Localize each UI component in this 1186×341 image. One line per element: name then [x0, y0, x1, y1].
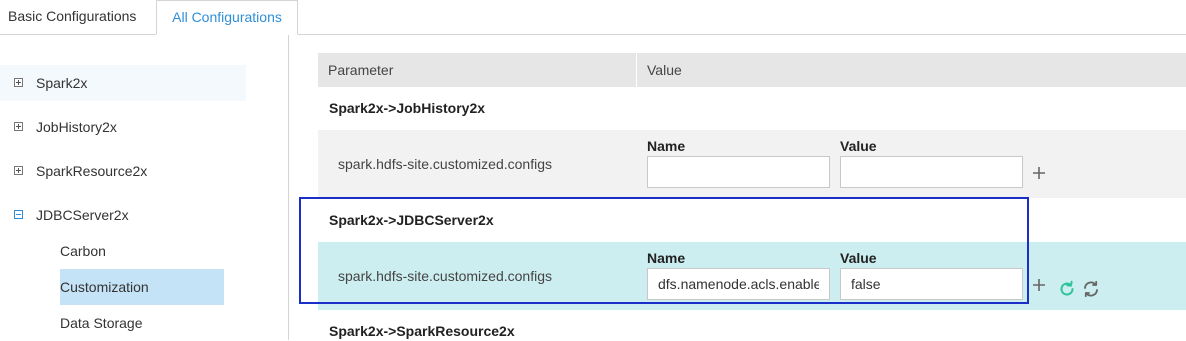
config-tab-bar: Basic Configurations All Configurations: [0, 0, 1186, 35]
collapse-icon[interactable]: [14, 210, 23, 219]
column-header-value: Value: [647, 62, 682, 78]
tab-all-configurations[interactable]: All Configurations: [156, 0, 298, 35]
table-header: Parameter Value: [318, 53, 1186, 87]
tree-node-label: SparkResource2x: [36, 163, 148, 179]
parameter-name: spark.hdfs-site.customized.configs: [338, 268, 552, 284]
table-row: spark.hdfs-site.customized.configs Name …: [318, 130, 1186, 198]
plus-icon[interactable]: [1032, 278, 1050, 296]
plus-icon[interactable]: [1032, 166, 1050, 184]
tree-node-label: Spark2x: [36, 75, 88, 91]
section-title-jobhistory2x: Spark2x->JobHistory2x: [329, 100, 486, 116]
parameter-name: spark.hdfs-site.customized.configs: [338, 156, 552, 172]
expand-icon[interactable]: [14, 166, 23, 175]
tree-node-jobhistory2x[interactable]: JobHistory2x: [0, 109, 246, 145]
name-input[interactable]: [647, 156, 830, 188]
column-divider: [636, 53, 637, 87]
tree-child-customization[interactable]: Customization: [60, 269, 224, 305]
expand-icon[interactable]: [14, 122, 23, 131]
restore-icon[interactable]: [1058, 280, 1076, 298]
tree-node-sparkresource2x[interactable]: SparkResource2x: [0, 153, 246, 189]
tree-node-spark2x[interactable]: Spark2x: [0, 65, 246, 101]
value-input[interactable]: [840, 268, 1023, 300]
tree-node-jdbcserver2x[interactable]: JDBCServer2x: [0, 197, 246, 233]
config-tree-sidebar: Spark2x JobHistory2x SparkResource2x JDB…: [0, 35, 289, 340]
sync-icon[interactable]: [1082, 280, 1100, 298]
tab-basic-configurations[interactable]: Basic Configurations: [0, 0, 156, 34]
column-header-parameter: Parameter: [328, 62, 394, 78]
value-label: Value: [840, 250, 877, 266]
section-title-jdbcserver2x: Spark2x->JDBCServer2x: [329, 212, 494, 228]
name-label: Name: [647, 138, 686, 154]
value-input[interactable]: [840, 156, 1023, 188]
tree-child-carbon[interactable]: Carbon: [60, 233, 224, 269]
value-label: Value: [840, 138, 877, 154]
section-title-sparkresource2x: Spark2x->SparkResource2x: [329, 323, 515, 339]
table-row: spark.hdfs-site.customized.configs Name …: [318, 242, 1186, 310]
name-input[interactable]: [647, 268, 830, 300]
tree-node-label: JDBCServer2x: [36, 207, 129, 223]
name-label: Name: [647, 250, 686, 266]
expand-icon[interactable]: [14, 78, 23, 87]
tree-node-label: JobHistory2x: [36, 119, 117, 135]
tree-child-data-storage[interactable]: Data Storage: [60, 305, 224, 341]
